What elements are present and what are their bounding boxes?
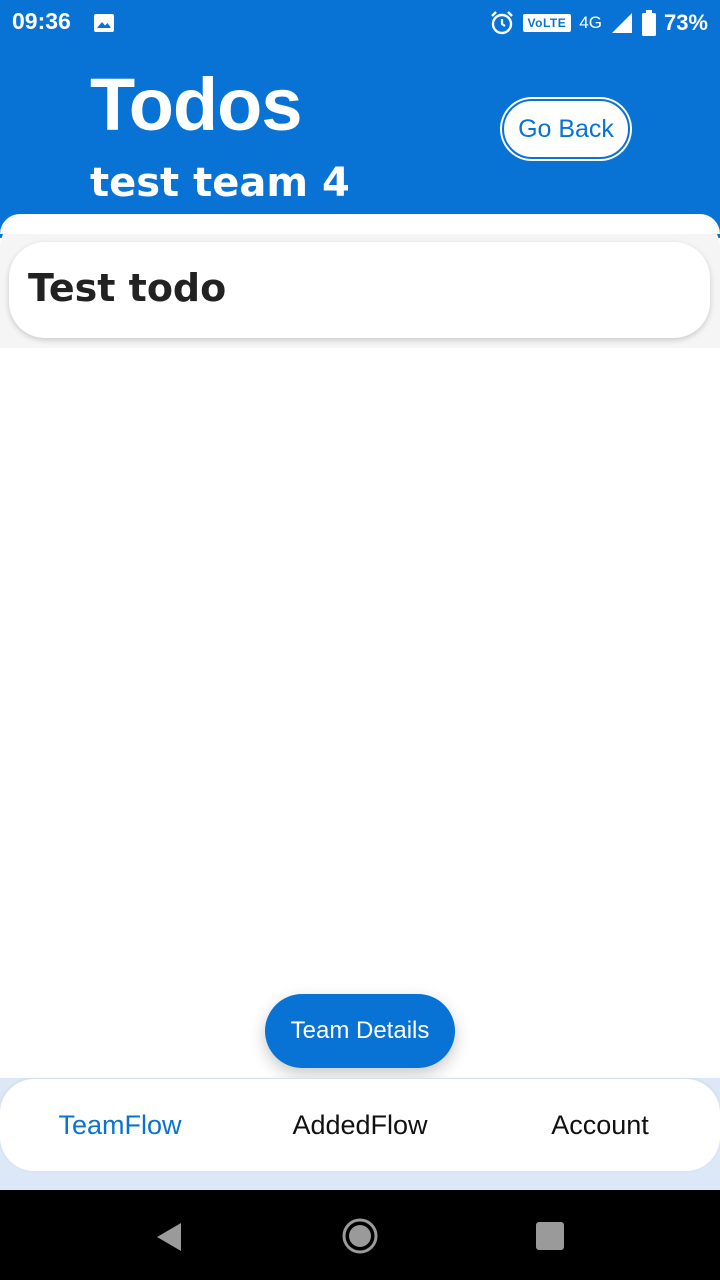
volte-badge: VoLTE — [522, 14, 572, 32]
bottom-nav: TeamFlow AddedFlow Account — [0, 1079, 720, 1171]
signal-icon — [611, 13, 632, 33]
sheet-top-edge — [0, 214, 720, 234]
status-icons: VoLTE 4G 73% — [489, 7, 708, 39]
nav-item-account[interactable]: Account — [480, 1079, 720, 1171]
battery-percent: 73% — [663, 10, 708, 35]
status-bar: 09:36 VoLTE 4G 73% — [0, 0, 720, 48]
go-back-button[interactable]: Go Back — [502, 99, 630, 159]
network-label: 4G — [579, 13, 602, 32]
alarm-icon — [490, 11, 513, 35]
recents-icon[interactable] — [535, 1221, 565, 1251]
page-title: Todos — [90, 63, 302, 146]
nav-item-teamflow[interactable]: TeamFlow — [0, 1079, 240, 1171]
system-nav-bar — [0, 1190, 720, 1280]
app-header: Todos test team 4 Go Back — [0, 48, 720, 238]
home-icon[interactable] — [342, 1218, 378, 1254]
status-time: 09:36 — [12, 8, 71, 34]
todo-title: Test todo — [28, 266, 227, 310]
team-name: test team 4 — [90, 160, 350, 206]
battery-icon — [641, 10, 656, 36]
back-icon[interactable] — [155, 1222, 183, 1252]
nav-item-addedflow[interactable]: AddedFlow — [240, 1079, 480, 1171]
gallery-icon — [94, 14, 114, 32]
team-details-button[interactable]: Team Details — [265, 994, 455, 1068]
todo-card[interactable]: Test todo — [9, 242, 710, 338]
